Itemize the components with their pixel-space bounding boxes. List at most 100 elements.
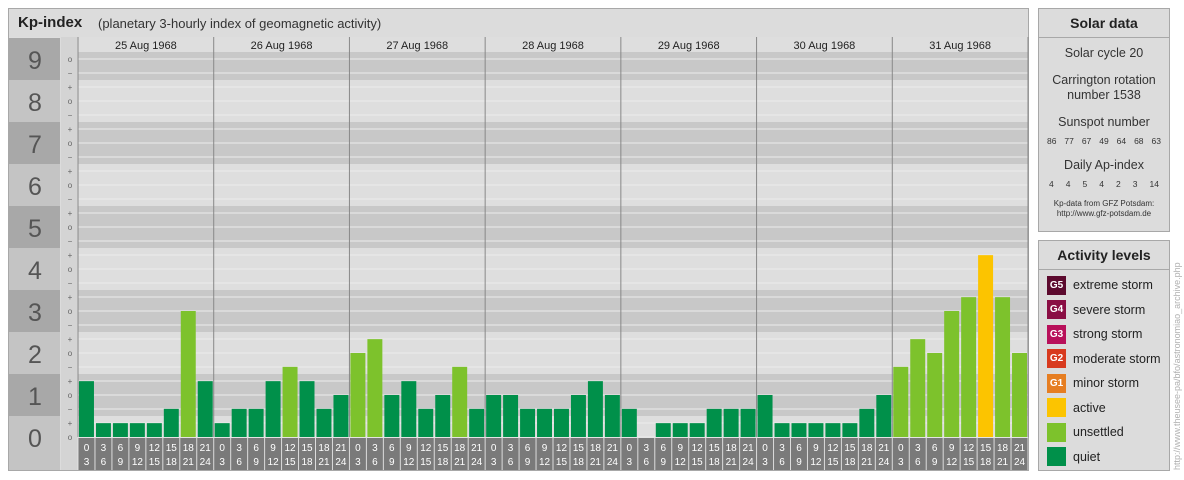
- interval-start: 3: [644, 443, 650, 454]
- legend-swatch: G1: [1047, 373, 1066, 393]
- y-tick-label: 8: [28, 89, 42, 117]
- kp-bar: [537, 408, 552, 437]
- kp-bar: [927, 353, 943, 437]
- kp-bar: [825, 423, 841, 437]
- chart-subtitle: (planetary 3-hourly index of geomagnetic…: [98, 16, 382, 31]
- kp-bar: [231, 408, 247, 437]
- kp-bar: [587, 381, 603, 437]
- sunspot-value-2: 67: [1081, 136, 1092, 146]
- interval-end: 18: [573, 457, 585, 468]
- kp-bar: [435, 395, 451, 437]
- legend-item-quiet: quiet: [1047, 447, 1100, 467]
- interval-start: 18: [997, 443, 1009, 454]
- interval-end: 18: [301, 457, 313, 468]
- interval-end: 15: [284, 457, 296, 468]
- sunspot-value-3: 49: [1099, 136, 1109, 146]
- interval-start: 12: [692, 443, 704, 454]
- interval-end: 9: [525, 457, 531, 468]
- y-sub-tick: −: [68, 153, 73, 162]
- kp-bar: [333, 395, 349, 437]
- carrington-rotation: Carrington rotation number 1538: [1039, 73, 1169, 103]
- kp-bar: [79, 381, 94, 437]
- legend-swatch: G5: [1047, 275, 1066, 295]
- kp-bar: [978, 255, 994, 437]
- data-source-url: http://www.gfz-potsdam.de: [1056, 209, 1152, 218]
- kp-bar: [876, 395, 892, 437]
- solar-data-title: Solar data: [1039, 9, 1169, 38]
- interval-start: 0: [219, 443, 225, 454]
- chart-title: Kp-index: [18, 14, 83, 31]
- interval-end: 6: [779, 457, 785, 468]
- interval-end: 6: [101, 457, 107, 468]
- y-sub-tick: −: [68, 237, 73, 246]
- y-sub-tick: +: [68, 251, 73, 260]
- y-sub-tick: o: [68, 55, 73, 64]
- y-sub-tick: o: [68, 307, 73, 316]
- y-tick-label: 0: [28, 425, 42, 453]
- interval-end: 9: [660, 457, 666, 468]
- kp-bar: [197, 381, 213, 437]
- y-tick-label: 5: [28, 215, 42, 243]
- carrington-label: Carrington rotation: [1052, 73, 1156, 87]
- interval-start: 21: [607, 443, 619, 454]
- y-sub-tick: o: [68, 139, 73, 148]
- interval-start: 12: [420, 443, 432, 454]
- interval-start: 3: [101, 443, 107, 454]
- interval-end: 6: [236, 457, 242, 468]
- kp-bar: [706, 408, 722, 437]
- interval-start: 0: [491, 443, 497, 454]
- kp-bar: [995, 297, 1011, 437]
- kp-bar: [621, 408, 637, 437]
- interval-end: 3: [491, 457, 497, 468]
- kp-bar: [214, 423, 230, 437]
- interval-end: 21: [590, 457, 602, 468]
- ap-value-5: 3: [1132, 179, 1138, 189]
- y-sub-tick: +: [68, 335, 73, 344]
- day-label: 25 Aug 1968: [115, 40, 177, 52]
- day-label: 30 Aug 1968: [794, 40, 856, 52]
- day-label: 29 Aug 1968: [658, 40, 720, 52]
- ap-value-3: 4: [1099, 179, 1104, 189]
- sunspot-value-5: 68: [1134, 136, 1144, 146]
- interval-end: 24: [200, 457, 212, 468]
- y-tick-label: 7: [28, 131, 42, 159]
- legend-item-moderate-storm: G2 moderate storm: [1047, 349, 1161, 369]
- y-sub-tick: +: [68, 167, 73, 176]
- interval-end: 21: [997, 457, 1009, 468]
- kp-bar: [757, 395, 773, 437]
- interval-end: 12: [132, 457, 144, 468]
- interval-start: 9: [406, 443, 412, 454]
- interval-end: 15: [692, 457, 704, 468]
- plot-band-9: [78, 52, 1028, 80]
- kp-bar: [129, 423, 145, 437]
- interval-start: 6: [118, 443, 124, 454]
- interval-start: 21: [1014, 443, 1026, 454]
- interval-start: 3: [236, 443, 242, 454]
- interval-end: 21: [454, 457, 466, 468]
- y-sub-tick: o: [68, 223, 73, 232]
- kp-bar: [367, 339, 383, 437]
- interval-start: 0: [355, 443, 361, 454]
- interval-start: 15: [573, 443, 585, 454]
- y-sub-tick: +: [68, 293, 73, 302]
- y-tick-label: 4: [28, 257, 42, 285]
- interval-end: 12: [946, 457, 958, 468]
- interval-start: 9: [949, 443, 955, 454]
- kp-bar: [401, 381, 417, 437]
- interval-start: 0: [898, 443, 904, 454]
- kp-bar: [604, 395, 620, 437]
- interval-end: 24: [471, 457, 483, 468]
- y-tick-label: 3: [28, 299, 42, 327]
- interval-start: 21: [200, 443, 212, 454]
- interval-start: 15: [437, 443, 449, 454]
- kp-bar: [146, 423, 162, 437]
- interval-start: 9: [270, 443, 276, 454]
- interval-end: 3: [898, 457, 904, 468]
- legend-swatch: [1047, 398, 1066, 417]
- kp-bar: [859, 408, 875, 437]
- legend-label: active: [1073, 400, 1106, 415]
- interval-start: 12: [149, 443, 161, 454]
- interval-end: 6: [915, 457, 921, 468]
- interval-start: 6: [796, 443, 802, 454]
- y-sub-tick: −: [68, 279, 73, 288]
